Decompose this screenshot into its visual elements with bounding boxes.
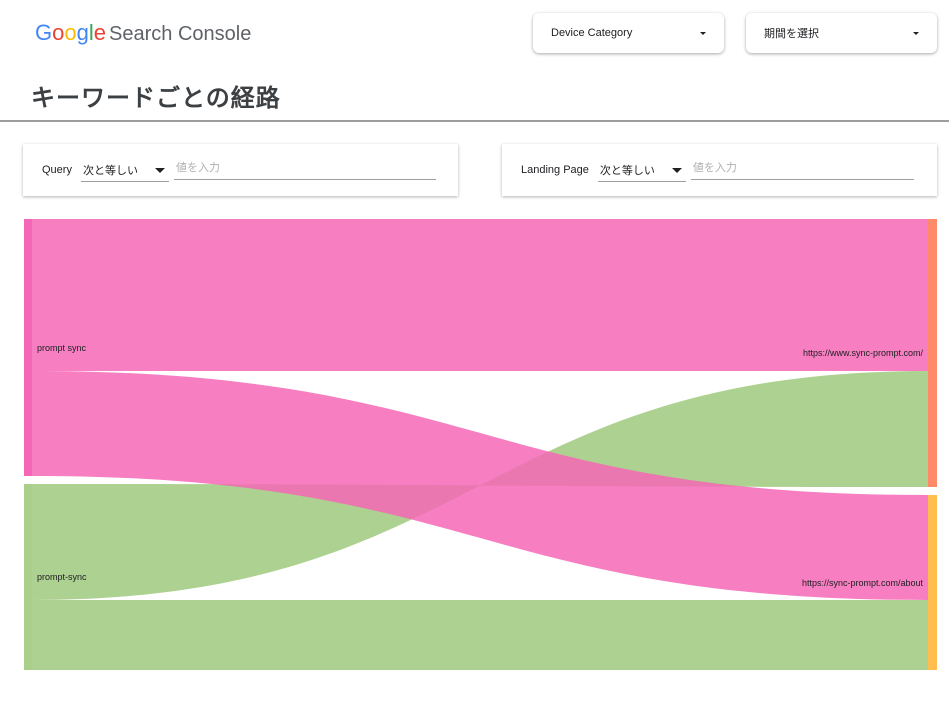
landing-page-filter-card: Landing Page 次と等しい bbox=[502, 144, 937, 196]
device-category-label: Device Category bbox=[551, 27, 633, 39]
sankey-target-node[interactable] bbox=[928, 495, 937, 670]
landing-page-value-input[interactable] bbox=[690, 156, 914, 180]
sankey-source-label: prompt sync bbox=[37, 343, 87, 353]
page-title: キーワードごとの経路 bbox=[31, 84, 281, 112]
sankey-target-node[interactable] bbox=[928, 219, 937, 487]
title-divider bbox=[0, 120, 949, 122]
logo-letter: g bbox=[76, 20, 89, 45]
caret-down-icon bbox=[700, 31, 706, 35]
device-category-dropdown[interactable]: Device Category bbox=[533, 13, 724, 53]
query-filter-label: Query bbox=[42, 164, 72, 176]
logo-letter: e bbox=[93, 20, 107, 45]
logo-letter: o bbox=[64, 20, 77, 45]
period-select-dropdown[interactable]: 期間を選択 bbox=[746, 13, 937, 53]
caret-down-icon bbox=[154, 168, 165, 173]
keyword-path-sankey: prompt sync prompt-sync https://www.sync… bbox=[24, 219, 937, 670]
sankey-source-node[interactable] bbox=[24, 484, 32, 670]
sankey-target-label: https://sync-prompt.com/about bbox=[802, 578, 924, 588]
sankey-flow[interactable] bbox=[32, 600, 928, 670]
landing-page-operator-select[interactable]: 次と等しい bbox=[597, 158, 686, 182]
logo-product-name: Search Console bbox=[109, 23, 252, 45]
query-operator-value: 次と等しい bbox=[82, 164, 138, 177]
query-value-input[interactable] bbox=[173, 156, 436, 180]
google-search-console-logo[interactable]: Google Search Console bbox=[35, 20, 251, 46]
caret-down-icon bbox=[671, 168, 682, 173]
logo-letter: G bbox=[35, 20, 53, 45]
sankey-source-label: prompt-sync bbox=[37, 572, 87, 582]
sankey-source-node[interactable] bbox=[24, 219, 32, 476]
sankey-flow[interactable] bbox=[32, 219, 928, 371]
query-operator-select[interactable]: 次と等しい bbox=[80, 158, 169, 182]
period-select-label: 期間を選択 bbox=[764, 28, 819, 40]
landing-page-filter-label: Landing Page bbox=[521, 164, 589, 176]
logo-letter: o bbox=[52, 20, 65, 45]
query-filter-card: Query 次と等しい bbox=[23, 144, 458, 196]
landing-page-operator-value: 次と等しい bbox=[599, 164, 655, 177]
sankey-target-label: https://www.sync-prompt.com/ bbox=[803, 348, 924, 358]
caret-down-icon bbox=[913, 31, 919, 35]
